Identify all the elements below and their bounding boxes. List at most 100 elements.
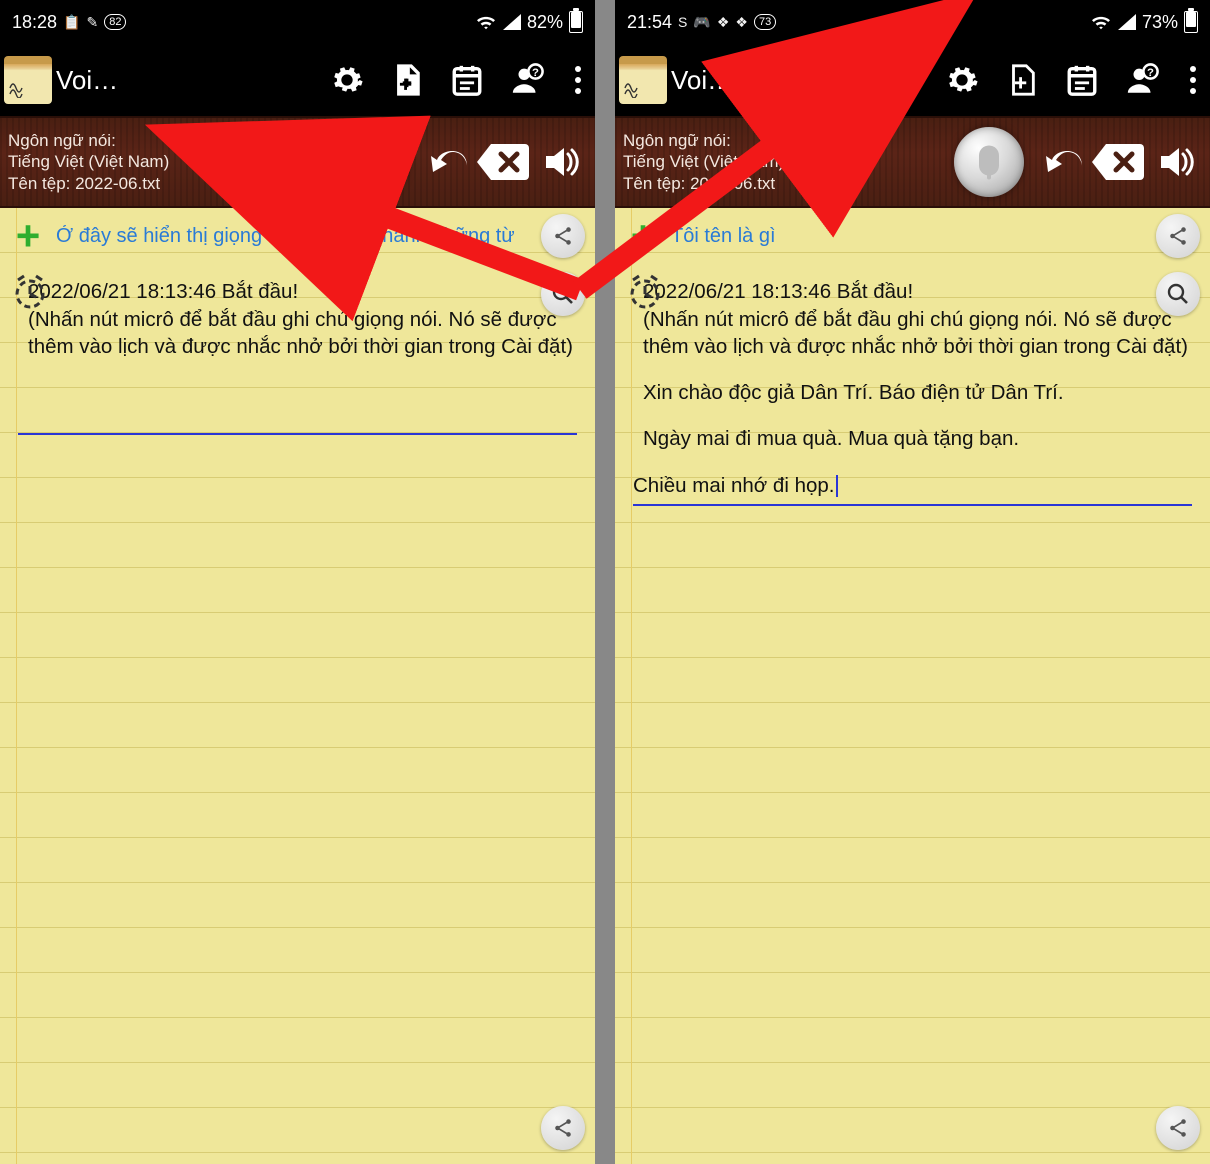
account-help-button[interactable]: ? bbox=[1124, 62, 1160, 98]
share-button[interactable] bbox=[1156, 214, 1200, 258]
battery-percent: 73% bbox=[1142, 12, 1178, 33]
undo-icon bbox=[1034, 144, 1084, 180]
lang-label: Ngôn ngữ nói: bbox=[8, 130, 169, 151]
speaker-icon bbox=[542, 142, 582, 182]
mic-button[interactable] bbox=[339, 127, 409, 197]
phone-right: 21:54 S 🎮 ❖ ❖ 73 73% Voi… bbox=[615, 0, 1210, 1164]
delete-button[interactable] bbox=[1090, 140, 1146, 184]
lang-value: Tiếng Việt (Việt Nam) bbox=[623, 151, 784, 172]
calendar-button[interactable] bbox=[1064, 62, 1100, 98]
share-button-bottom[interactable] bbox=[1156, 1106, 1200, 1150]
calendar-button[interactable] bbox=[449, 62, 485, 98]
status-time: 18:28 bbox=[12, 12, 57, 33]
status-icon: ✎ bbox=[86, 14, 98, 31]
note-body[interactable]: 2022/06/21 18:13:46 Bắt đầu!(Nhấn nút mi… bbox=[615, 264, 1210, 506]
search-icon bbox=[551, 282, 575, 306]
speaker-button[interactable] bbox=[537, 140, 587, 184]
lang-label: Ngôn ngữ nói: bbox=[623, 130, 784, 151]
mic-button[interactable] bbox=[954, 127, 1024, 197]
note-paper[interactable]: + Ở đây sẽ hiển thị giọng nói của bạn th… bbox=[0, 208, 595, 1164]
share-icon bbox=[552, 1117, 574, 1139]
search-icon bbox=[1166, 282, 1190, 306]
account-help-button[interactable]: ? bbox=[509, 62, 545, 98]
person-help-icon: ? bbox=[510, 63, 544, 97]
app-bar: Voi… ? bbox=[615, 44, 1210, 116]
status-badge: 82 bbox=[104, 14, 126, 30]
app-logo-icon bbox=[619, 56, 667, 104]
battery-icon bbox=[1184, 11, 1198, 33]
gear-icon bbox=[330, 63, 364, 97]
note-body[interactable]: 2022/06/21 18:13:46 Bắt đầu! (Nhấn nút mi… bbox=[0, 264, 595, 435]
status-badge: 73 bbox=[754, 14, 776, 30]
wifi-icon bbox=[1090, 13, 1112, 31]
note-paper[interactable]: + Tôi tên là gì 2022/06/21 18:13:46 Bắt … bbox=[615, 208, 1210, 1164]
alarm-icon bbox=[625, 272, 665, 312]
alarm-button[interactable] bbox=[10, 272, 50, 312]
search-button[interactable] bbox=[1156, 272, 1200, 316]
file-label: Tên tệp: 2022-06.txt bbox=[623, 173, 784, 194]
new-file-button[interactable] bbox=[1004, 62, 1040, 98]
alarm-button[interactable] bbox=[625, 272, 665, 312]
svg-text:?: ? bbox=[1147, 67, 1154, 79]
new-file-button[interactable] bbox=[389, 62, 425, 98]
settings-button[interactable] bbox=[329, 62, 365, 98]
lang-value: Tiếng Việt (Việt Nam) bbox=[8, 151, 169, 172]
wifi-icon bbox=[475, 13, 497, 31]
cursor-line bbox=[18, 401, 577, 435]
more-button[interactable] bbox=[569, 66, 587, 94]
status-icon: S bbox=[678, 14, 687, 30]
status-icon: ❖ bbox=[735, 14, 748, 31]
status-icon: 📋 bbox=[63, 14, 80, 31]
note-start: 2022/06/21 18:13:46 Bắt đầu! bbox=[643, 280, 913, 303]
alarm-icon bbox=[10, 272, 50, 312]
delete-button[interactable] bbox=[475, 140, 531, 184]
app-title: Voi… bbox=[56, 65, 118, 96]
person-help-icon: ? bbox=[1125, 63, 1159, 97]
status-icon: 🎮 bbox=[693, 14, 710, 31]
gear-icon bbox=[945, 63, 979, 97]
note-start: 2022/06/21 18:13:46 Bắt đầu! bbox=[28, 280, 298, 303]
svg-text:?: ? bbox=[532, 67, 539, 79]
battery-icon bbox=[569, 11, 583, 33]
undo-button[interactable] bbox=[1034, 140, 1084, 184]
file-label: Tên tệp: 2022-06.txt bbox=[8, 173, 169, 194]
battery-percent: 82% bbox=[527, 12, 563, 33]
phone-left: 18:28 📋 ✎ 82 82% Voi… ? bbox=[0, 0, 595, 1164]
file-add-icon bbox=[390, 63, 424, 97]
add-button[interactable]: + bbox=[621, 214, 665, 258]
undo-button[interactable] bbox=[419, 140, 469, 184]
file-add-icon bbox=[1005, 63, 1039, 97]
status-time: 21:54 bbox=[627, 12, 672, 33]
placeholder-text: Ở đây sẽ hiển thị giọng nói của bạn thàn… bbox=[56, 225, 537, 248]
voice-info: Ngôn ngữ nói: Tiếng Việt (Việt Nam) Tên … bbox=[8, 130, 169, 194]
note-help: (Nhấn nút micrô để bắt đầu ghi chú giọng… bbox=[28, 308, 573, 359]
cursor-line: Chiều mai nhớ đi họp. bbox=[633, 470, 1192, 506]
share-icon bbox=[1167, 1117, 1189, 1139]
more-button[interactable] bbox=[1184, 66, 1202, 94]
note-para: Chiều mai nhớ đi họp. bbox=[633, 474, 834, 497]
backspace-x-icon bbox=[475, 140, 531, 184]
placeholder-text: Tôi tên là gì bbox=[671, 225, 1152, 248]
calendar-icon bbox=[1065, 63, 1099, 97]
settings-button[interactable] bbox=[944, 62, 980, 98]
undo-icon bbox=[419, 144, 469, 180]
app-bar: Voi… ? bbox=[0, 44, 595, 116]
add-button[interactable]: + bbox=[6, 214, 50, 258]
search-button[interactable] bbox=[541, 272, 585, 316]
app-logo-icon bbox=[4, 56, 52, 104]
share-button-bottom[interactable] bbox=[541, 1106, 585, 1150]
app-title: Voi… bbox=[671, 65, 733, 96]
status-icon: ❖ bbox=[717, 14, 730, 31]
voice-toolbar: Ngôn ngữ nói: Tiếng Việt (Việt Nam) Tên … bbox=[0, 116, 595, 208]
voice-toolbar: Ngôn ngữ nói: Tiếng Việt (Việt Nam) Tên … bbox=[615, 116, 1210, 208]
signal-icon bbox=[503, 14, 521, 30]
status-bar: 21:54 S 🎮 ❖ ❖ 73 73% bbox=[615, 0, 1210, 44]
share-button[interactable] bbox=[541, 214, 585, 258]
share-icon bbox=[552, 225, 574, 247]
backspace-x-icon bbox=[1090, 140, 1146, 184]
calendar-icon bbox=[450, 63, 484, 97]
speaker-button[interactable] bbox=[1152, 140, 1202, 184]
speaker-icon bbox=[1157, 142, 1197, 182]
voice-info: Ngôn ngữ nói: Tiếng Việt (Việt Nam) Tên … bbox=[623, 130, 784, 194]
note-para: Xin chào độc giả Dân Trí. Báo điện tử Dâ… bbox=[643, 379, 1192, 407]
